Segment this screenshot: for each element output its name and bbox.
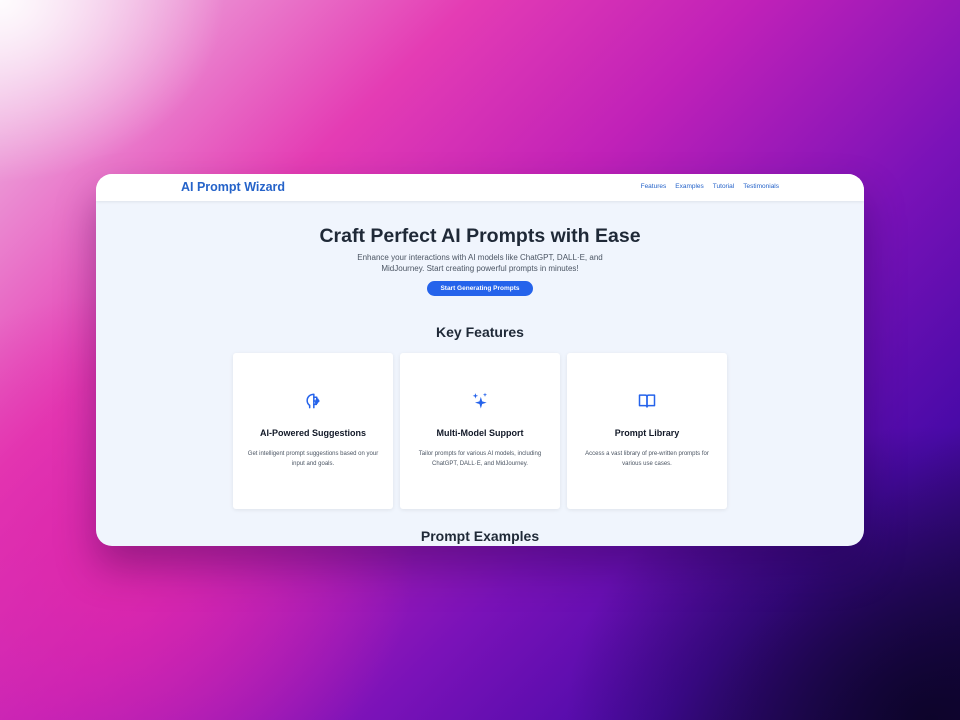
nav-link-testimonials[interactable]: Testimonials bbox=[743, 183, 779, 190]
feature-card-prompt-library: Prompt Library Access a vast library of … bbox=[567, 353, 727, 509]
feature-card-description: Tailor prompts for various AI models, in… bbox=[418, 451, 542, 467]
examples-heading: Prompt Examples bbox=[420, 528, 540, 544]
hero-title: Craft Perfect AI Prompts with Ease bbox=[319, 225, 641, 247]
feature-card-title: Multi-Model Support bbox=[436, 428, 524, 438]
nav-links: Features Examples Tutorial Testimonials bbox=[641, 183, 779, 190]
feature-cards: AI-Powered Suggestions Get intelligent p… bbox=[233, 353, 727, 509]
brand-logo[interactable]: AI Prompt Wizard bbox=[181, 180, 285, 194]
book-open-icon bbox=[638, 394, 656, 408]
feature-card-title: Prompt Library bbox=[614, 428, 680, 438]
hero-description: Enhance your interactions with AI models… bbox=[357, 253, 603, 273]
start-generating-button[interactable]: Start Generating Prompts bbox=[427, 281, 533, 296]
feature-card-multi-model: Multi-Model Support Tailor prompts for v… bbox=[400, 353, 560, 509]
nav-link-features[interactable]: Features bbox=[641, 183, 667, 190]
nav-link-tutorial[interactable]: Tutorial bbox=[713, 183, 734, 190]
browser-window: AI Prompt Wizard Features Examples Tutor… bbox=[96, 174, 864, 546]
features-heading: Key Features bbox=[436, 324, 524, 340]
brain-icon bbox=[306, 393, 320, 409]
sparkles-icon bbox=[472, 392, 488, 409]
hero-section: Craft Perfect AI Prompts with Ease Enhan… bbox=[96, 224, 864, 296]
feature-card-title: AI-Powered Suggestions bbox=[259, 428, 366, 438]
feature-card-description: Access a vast library of pre-written pro… bbox=[585, 451, 709, 467]
feature-card-description: Get intelligent prompt suggestions based… bbox=[247, 451, 379, 467]
feature-card-ai-suggestions: AI-Powered Suggestions Get intelligent p… bbox=[233, 353, 393, 509]
navbar: AI Prompt Wizard Features Examples Tutor… bbox=[96, 174, 864, 201]
nav-link-examples[interactable]: Examples bbox=[675, 183, 704, 190]
